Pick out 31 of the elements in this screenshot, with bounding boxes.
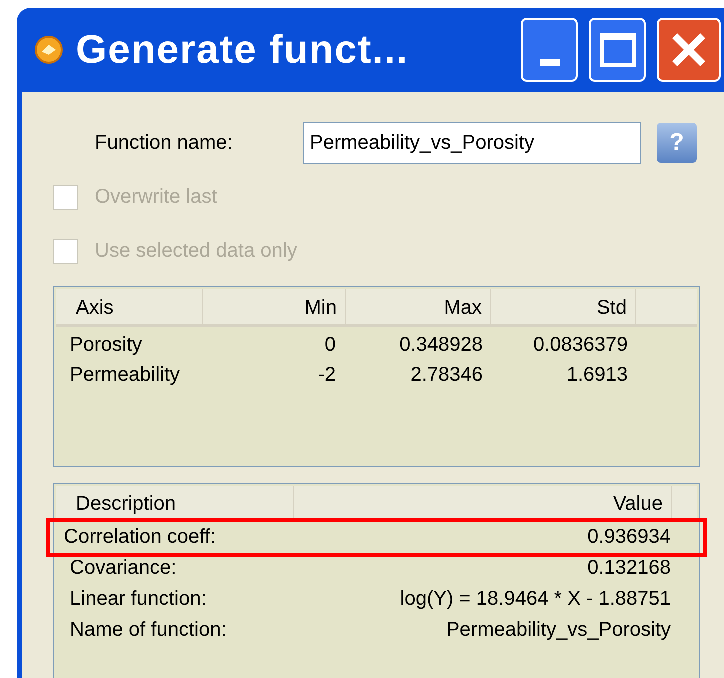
checkbox-label: Overwrite last xyxy=(95,185,218,210)
table-cell-text: Covariance: xyxy=(70,556,177,581)
maximize-button[interactable] xyxy=(589,18,646,82)
column-header[interactable]: Max xyxy=(346,289,491,324)
table-cell-text: log(Y) = 18.9464 * X - 1.88751 xyxy=(400,587,671,612)
close-button[interactable] xyxy=(657,18,721,82)
field-label: Function name: xyxy=(95,131,234,156)
checkbox-label: Use selected data only xyxy=(95,239,298,264)
table-cell-text: Permeability_vs_Porosity xyxy=(446,618,671,643)
table-cell-text: 0.348928 xyxy=(398,333,484,358)
table-cell-text: Linear function: xyxy=(70,587,207,612)
table-cell-text: 2.78346 xyxy=(410,363,484,388)
table-cell-text: Permeability xyxy=(69,363,182,388)
column-header[interactable]: Std xyxy=(491,289,636,324)
table-cell-text: 0 xyxy=(324,333,337,358)
window-title: Generate funct... xyxy=(76,27,410,74)
table-cell-text: 0.0836379 xyxy=(532,333,629,358)
table-cell-text: Porosity xyxy=(69,333,144,358)
column-header[interactable]: Value xyxy=(294,486,672,519)
function-name-field[interactable]: Permeability_vs_Porosity xyxy=(303,122,641,164)
column-header[interactable]: Description xyxy=(56,486,294,519)
table-cell-text: 1.6913 xyxy=(566,363,629,388)
app-icon xyxy=(34,35,64,65)
table-cell-text: Correlation coeff: xyxy=(64,525,216,550)
table-cell-text: 0.132168 xyxy=(588,556,671,581)
column-header[interactable]: Axis xyxy=(56,289,203,324)
table-cell-text: Name of function: xyxy=(70,618,227,643)
column-header[interactable]: Min xyxy=(203,289,346,324)
table-cell-text: -2 xyxy=(317,363,337,388)
table-cell-text: 0.936934 xyxy=(588,525,671,550)
minimize-button[interactable] xyxy=(521,18,578,82)
